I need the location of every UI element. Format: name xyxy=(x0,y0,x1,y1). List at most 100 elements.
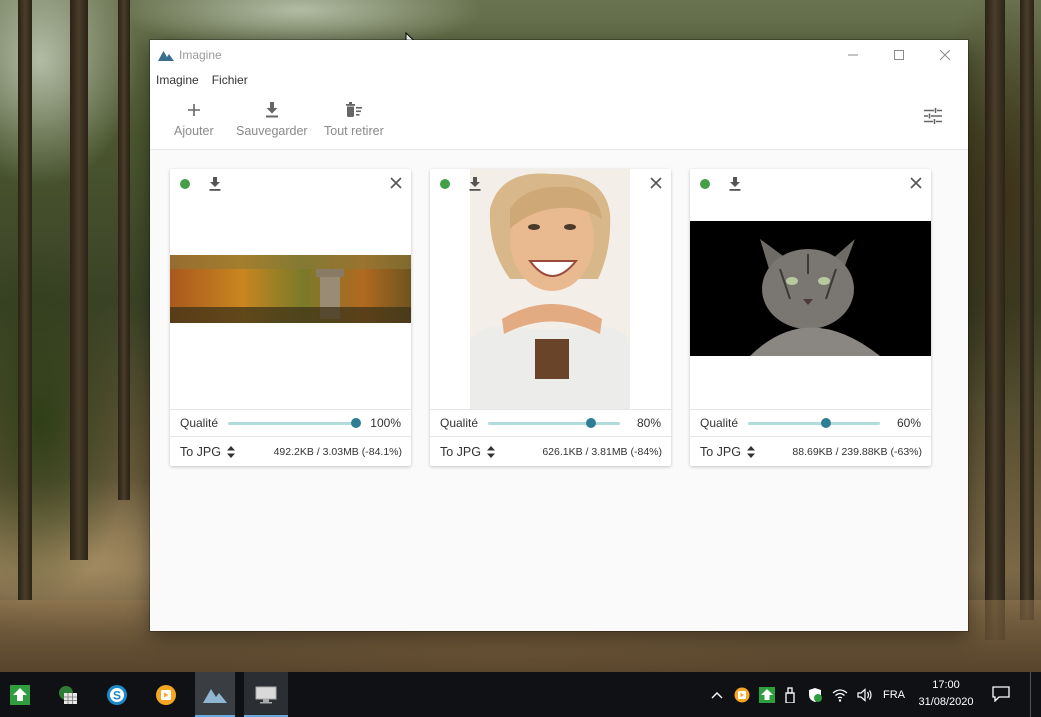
image-preview xyxy=(430,169,671,409)
format-select[interactable]: To JPG xyxy=(700,445,741,459)
slider-thumb[interactable] xyxy=(351,418,361,428)
show-desktop-divider[interactable] xyxy=(1030,672,1031,717)
imagine-icon xyxy=(203,688,227,703)
card-header xyxy=(430,169,671,199)
wallpaper-tree xyxy=(118,0,130,500)
format-row: To JPG 88.69KB / 239.88KB (-63%) xyxy=(690,437,931,466)
skype-icon: S xyxy=(107,684,127,705)
sort-arrows-icon[interactable] xyxy=(487,445,495,458)
taskbar-app[interactable]: S xyxy=(97,672,137,717)
clock-time: 17:00 xyxy=(932,679,960,691)
close-icon[interactable] xyxy=(389,176,403,190)
imagine-window: Imagine Imagine Fichier Ajouter Sauvegar… xyxy=(150,40,968,631)
media-player-icon xyxy=(156,684,176,705)
imagine-logo-icon xyxy=(158,47,174,63)
quality-slider[interactable] xyxy=(228,416,361,430)
image-card: Qualité 60% To JPG 88.69KB / 239.88KB (-… xyxy=(690,169,931,466)
quality-value: 80% xyxy=(636,416,661,430)
wallpaper-tree xyxy=(70,0,88,560)
security-shield-icon[interactable] xyxy=(807,687,823,703)
format-select[interactable]: To JPG xyxy=(180,445,221,459)
slider-thumb[interactable] xyxy=(586,418,597,428)
close-icon xyxy=(940,50,950,60)
slider-track xyxy=(228,422,360,425)
status-indicator xyxy=(700,179,710,189)
chevron-up-icon[interactable] xyxy=(710,690,724,700)
image-card: Qualité 100% To JPG 492.2KB / 3.03MB (-8… xyxy=(170,169,411,466)
wifi-icon[interactable] xyxy=(832,688,848,702)
window-title: Imagine xyxy=(179,48,222,62)
slider-track xyxy=(488,422,620,425)
taskbar-app[interactable] xyxy=(48,672,88,717)
add-button[interactable]: Ajouter xyxy=(174,100,214,138)
close-window-button[interactable] xyxy=(922,40,968,70)
clock-date: 31/08/2020 xyxy=(918,696,974,708)
close-icon[interactable] xyxy=(909,176,923,190)
spreadsheet-icon xyxy=(59,685,77,704)
quality-slider[interactable] xyxy=(488,416,620,430)
svg-text:S: S xyxy=(113,688,121,702)
quality-row: Qualité 60% xyxy=(690,409,931,437)
menu-imagine[interactable]: Imagine xyxy=(156,73,199,87)
menu-fichier[interactable]: Fichier xyxy=(212,73,248,87)
download-icon[interactable] xyxy=(468,176,482,192)
media-player-tray-icon[interactable] xyxy=(734,687,750,703)
wallpaper-tree xyxy=(985,0,1005,640)
image-card: Qualité 80% To JPG 626.1KB / 3.81MB (-84… xyxy=(430,169,671,466)
toolbar: Ajouter Sauvegarder Tout retirer xyxy=(150,90,968,150)
quality-label: Qualité xyxy=(700,416,739,430)
maximize-button[interactable] xyxy=(876,40,922,70)
quality-label: Qualité xyxy=(440,416,479,430)
status-indicator xyxy=(180,179,190,189)
close-icon[interactable] xyxy=(649,176,663,190)
remove-all-label: Tout retirer xyxy=(324,124,384,138)
taskbar-app-remote[interactable] xyxy=(244,672,288,717)
taskbar: S FRA 17:00 31/08/2020 xyxy=(0,672,1041,717)
plus-icon xyxy=(187,100,201,120)
quality-row: Qualité 80% xyxy=(430,409,671,437)
quality-row: Qualité 100% xyxy=(170,409,411,437)
notifications-icon[interactable] xyxy=(992,686,1010,702)
taskbar-app[interactable] xyxy=(0,672,40,717)
slider-thumb[interactable] xyxy=(821,418,832,428)
autumn-forest-castle-image xyxy=(170,255,411,323)
minimize-button[interactable] xyxy=(830,40,876,70)
wallpaper-tree xyxy=(18,0,32,600)
settings-button[interactable] xyxy=(924,108,944,128)
taskbar-app-imagine[interactable] xyxy=(195,672,235,717)
remote-desktop-icon xyxy=(255,686,277,703)
minimize-icon xyxy=(848,54,858,56)
green-upload-tray-icon[interactable] xyxy=(759,686,775,703)
usb-drive-icon[interactable] xyxy=(784,686,796,703)
sliders-icon xyxy=(924,108,942,124)
download-icon[interactable] xyxy=(728,176,742,192)
save-button[interactable]: Sauvegarder xyxy=(236,100,308,138)
language-indicator[interactable]: FRA xyxy=(883,689,905,701)
quality-slider[interactable] xyxy=(748,416,880,430)
quality-value: 60% xyxy=(896,416,921,430)
quality-value: 100% xyxy=(370,416,401,430)
download-icon xyxy=(265,100,279,120)
size-info: 492.2KB / 3.03MB (-84.1%) xyxy=(273,445,402,458)
image-preview xyxy=(690,169,931,409)
status-indicator xyxy=(440,179,450,189)
format-select[interactable]: To JPG xyxy=(440,445,481,459)
clock[interactable]: 17:00 31/08/2020 xyxy=(905,677,987,711)
volume-icon[interactable] xyxy=(857,687,873,702)
save-label: Sauvegarder xyxy=(236,124,308,138)
smiling-woman-image xyxy=(470,169,630,409)
format-row: To JPG 626.1KB / 3.81MB (-84%) xyxy=(430,437,671,466)
sort-arrows-icon[interactable] xyxy=(747,445,755,458)
size-info: 626.1KB / 3.81MB (-84%) xyxy=(542,445,662,458)
image-list: Qualité 100% To JPG 492.2KB / 3.03MB (-8… xyxy=(150,151,968,631)
remove-all-button[interactable]: Tout retirer xyxy=(324,100,384,138)
tabby-cat-image xyxy=(690,221,931,356)
maximize-icon xyxy=(894,50,904,60)
download-icon[interactable] xyxy=(208,176,222,192)
title-bar[interactable]: Imagine xyxy=(150,40,968,70)
slider-track xyxy=(748,422,880,425)
taskbar-app[interactable] xyxy=(146,672,186,717)
sort-arrows-icon[interactable] xyxy=(227,445,235,458)
add-label: Ajouter xyxy=(174,124,214,138)
card-header xyxy=(170,169,411,199)
